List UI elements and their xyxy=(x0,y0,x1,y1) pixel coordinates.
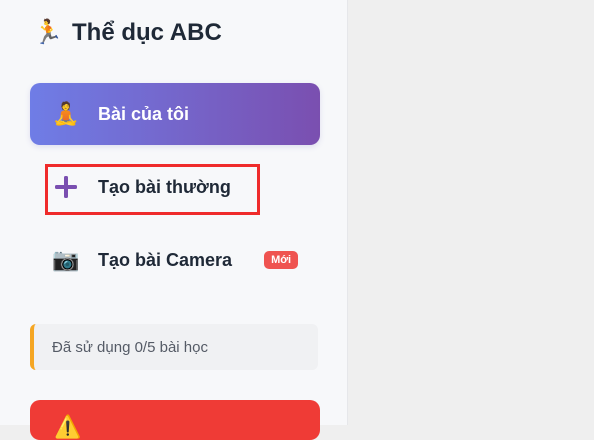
usage-text: Đã sử dụng 0/5 bài học xyxy=(52,338,208,356)
app-title: 🏃 Thể dục ABC xyxy=(33,16,222,50)
runner-icon: 🏃 xyxy=(33,19,63,46)
app-title-text: Thể dục ABC xyxy=(72,19,222,46)
nav-item-label: Tạo bài thường xyxy=(98,176,231,197)
new-badge: Mới xyxy=(264,251,299,269)
warning-icon: ⚠️ xyxy=(54,414,82,439)
meditation-icon: 🧘 xyxy=(52,101,80,126)
nav-item-label: Tạo bài Camera xyxy=(98,249,233,270)
plus-icon xyxy=(52,173,80,201)
nav-item-my-lessons[interactable]: 🧘 Bài của tôi xyxy=(30,83,320,145)
nav-item-create-regular[interactable]: Tạo bài thường xyxy=(30,156,320,218)
nav-item-label: Bài của tôi xyxy=(98,103,190,124)
usage-status: Đã sử dụng 0/5 bài học xyxy=(30,324,318,370)
sidebar: 🏃 Thể dục ABC 🧘 Bài của tôi Tạo bài thườ… xyxy=(0,0,348,440)
bottom-card[interactable]: ⚠️ xyxy=(30,400,320,440)
nav-item-create-camera[interactable]: 📷 Tạo bài Camera Mới xyxy=(30,229,320,291)
main-content xyxy=(348,0,594,425)
camera-icon: 📷 xyxy=(52,247,80,272)
